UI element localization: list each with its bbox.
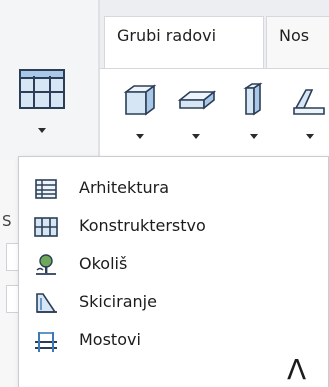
wall-icon — [123, 84, 157, 116]
menu-item-label: Mostovi — [79, 330, 141, 349]
architecture-icon — [35, 179, 57, 199]
tab-nos[interactable]: Nos — [266, 16, 329, 68]
column-icon — [243, 82, 263, 116]
background-pane-label: S — [2, 212, 12, 230]
menu-item-mostovi[interactable]: Mostovi — [19, 321, 329, 359]
chevron-down-icon — [38, 128, 46, 133]
chevron-down-icon — [136, 134, 144, 139]
menu-item-arhitektura[interactable]: Arhitektura — [19, 169, 329, 207]
bridge-icon — [35, 332, 57, 352]
menu-item-label: Konstrukterstvo — [79, 216, 206, 235]
structure-icon — [34, 217, 58, 237]
menu-item-label: Skiciranje — [79, 292, 157, 311]
menu-item-okolis[interactable]: Okoliš — [19, 245, 329, 283]
landscape-icon — [36, 254, 56, 275]
sketching-icon — [36, 293, 57, 313]
tab-grubi-radovi[interactable]: Grubi radovi — [104, 16, 264, 68]
menu-item-label: Okoliš — [79, 254, 128, 273]
roof-icon — [293, 89, 325, 115]
chevron-down-icon — [250, 134, 258, 139]
menu-item-label: Arhitektura — [79, 178, 170, 197]
module-building-icon — [19, 69, 65, 109]
collapse-menu-icon[interactable]: Λ — [287, 355, 309, 385]
chevron-down-icon — [192, 134, 200, 139]
module-menu: Arhitektura Konstrukterstvo Okoliš Skici… — [18, 156, 329, 387]
wall-tool-button[interactable] — [120, 80, 160, 139]
slab-tool-button[interactable] — [176, 80, 217, 139]
chevron-down-icon — [306, 134, 314, 139]
collapse-glyph-text: Λ — [287, 353, 307, 386]
background-left-pane: S — [0, 160, 18, 387]
slab-icon — [177, 90, 217, 110]
module-selector-button[interactable] — [14, 66, 70, 133]
column-tool-button[interactable] — [234, 80, 274, 139]
menu-item-konstrukterstvo[interactable]: Konstrukterstvo — [19, 207, 329, 245]
menu-item-skiciranje[interactable]: Skiciranje — [19, 283, 329, 321]
roof-tool-button[interactable] — [290, 80, 329, 139]
app-stage: Grubi radovi Nos S Arhitektura Konstrukt… — [0, 0, 329, 387]
